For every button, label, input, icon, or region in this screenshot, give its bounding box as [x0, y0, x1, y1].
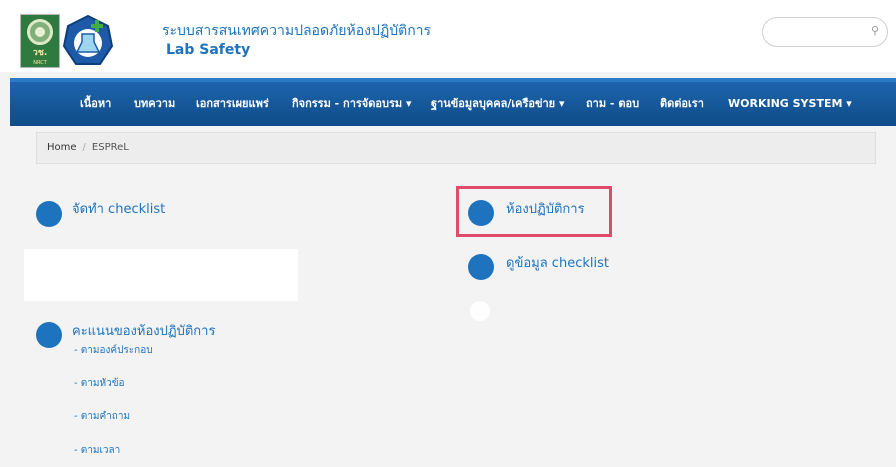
breadcrumb-current: ESPReL	[91, 142, 129, 153]
highlight-box	[456, 186, 612, 237]
nav-item-database[interactable]: ฐานข้อมูลบุคคล/เครือข่าย ▾	[431, 82, 564, 126]
nav-item-working-system[interactable]: WORKING SYSTEM ▾	[728, 82, 852, 126]
main-navbar: เนื้อหา บทความ เอกสารเผยแพร่ กิจกรรม - ก…	[10, 78, 896, 126]
nav-item-articles[interactable]: บทความ	[134, 82, 175, 126]
lab-safety-logo[interactable]	[62, 14, 114, 68]
nrct-logo-text: วช.	[32, 48, 48, 58]
nav-item-faq[interactable]: ถาม - ตอบ	[586, 82, 639, 126]
menu-score-heading[interactable]: คะแนนของห้องปฏิบัติการ	[72, 320, 215, 341]
faded-bullet-icon	[470, 301, 490, 321]
site-subtitle: Lab Safety	[166, 42, 251, 58]
score-bullet-icon	[36, 322, 62, 348]
view-checklist-bullet-icon	[468, 254, 494, 280]
breadcrumb: Home / ESPReL	[36, 132, 876, 164]
nav-item-publications[interactable]: เอกสารเผยแพร่	[196, 82, 269, 126]
search-box[interactable]: ⚲	[762, 17, 888, 47]
nav-item-activities[interactable]: กิจกรรม - การจัดอบรม ▾	[292, 82, 412, 126]
score-by-topic-link[interactable]: - ตามหัวข้อ	[74, 376, 125, 391]
site-header: วช. NRCT ระบบสารสนเทศความปลอดภัยห้องปฏิบ…	[0, 0, 896, 72]
checklist-bullet-icon	[36, 201, 62, 227]
blank-panel	[24, 249, 298, 301]
score-by-question-link[interactable]: - ตามคำถาม	[74, 409, 130, 424]
nav-item-content[interactable]: เนื้อหา	[80, 82, 111, 126]
nrct-logo-subtext: NRCT	[33, 60, 47, 66]
score-by-time-link[interactable]: - ตามเวลา	[74, 443, 120, 458]
score-by-component-link[interactable]: - ตามองค์ประกอบ	[74, 343, 153, 358]
menu-checklist-link[interactable]: จัดทำ checklist	[72, 198, 165, 219]
breadcrumb-separator: /	[82, 142, 86, 153]
breadcrumb-home[interactable]: Home	[47, 142, 77, 153]
menu-view-checklist-link[interactable]: ดูข้อมูล checklist	[506, 252, 609, 273]
nrct-logo[interactable]: วช. NRCT	[20, 14, 60, 68]
search-icon[interactable]: ⚲	[871, 24, 879, 37]
nav-item-contact[interactable]: ติดต่อเรา	[660, 82, 704, 126]
site-title: ระบบสารสนเทศความปลอดภัยห้องปฏิบัติการ	[162, 23, 432, 39]
search-input[interactable]	[775, 24, 869, 42]
nrct-emblem-icon	[27, 19, 53, 45]
